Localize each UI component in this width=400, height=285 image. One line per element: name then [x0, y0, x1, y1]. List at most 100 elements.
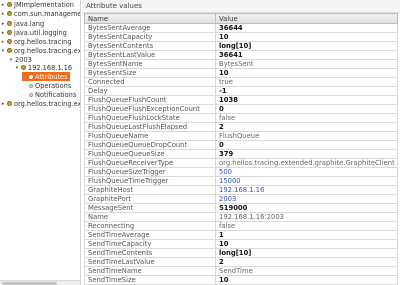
attribute-name: SendTimeCapacity — [84, 239, 216, 249]
table-row[interactable]: FlushQueueLastFlushElapsed 2 — [84, 122, 398, 132]
attribute-value[interactable]: -1 — [215, 86, 398, 96]
table-row[interactable]: FlushQueueQueueDropCount 0 — [84, 140, 398, 150]
tree-node-java-util-logging[interactable]: ▸ java.util.logging — [0, 28, 67, 37]
tree-node-attributes[interactable]: Attributes — [22, 72, 70, 81]
table-row[interactable]: Reconnecting false — [84, 221, 398, 231]
tree-node-org-hellos-tracing-ext[interactable]: ▾ org.hellos.tracing.ext — [0, 46, 81, 55]
tree-node-host[interactable]: ▾ 192.168.1.16 — [14, 63, 72, 72]
attributes-icon — [29, 74, 33, 79]
attribute-name: SendTimeName — [84, 266, 216, 276]
attribute-value[interactable]: 500 — [215, 167, 398, 177]
expand-toggle-icon[interactable]: ▸ — [0, 11, 6, 17]
collapse-toggle-icon[interactable]: ▾ — [14, 65, 20, 71]
operations-icon — [29, 83, 33, 88]
table-row[interactable]: SendTimeSize 10 — [84, 275, 398, 285]
expand-toggle-icon[interactable]: ▸ — [0, 21, 6, 27]
table-row[interactable]: FlushQueueFlushExceptionCount 0 — [84, 104, 398, 114]
table-row[interactable]: FlushQueueReceiverType org.hellos.tracing… — [84, 158, 398, 168]
attribute-name: BytesSentCapacity — [84, 32, 216, 42]
tree-node-notifications[interactable]: Notifications — [22, 90, 76, 99]
table-row[interactable]: Connected true — [84, 77, 398, 87]
bean-icon — [7, 21, 12, 26]
tree-horizontal-scrollbar[interactable] — [0, 280, 80, 285]
attribute-value[interactable]: 192.168.1.16 — [215, 185, 398, 195]
collapse-toggle-icon[interactable]: ▾ — [8, 57, 14, 63]
attribute-value: org.hellos.tracing.extended.graphite.Gra… — [215, 158, 398, 168]
panel-title: Attribute values — [82, 0, 400, 13]
tree-node-label: com.sun.management — [14, 9, 81, 18]
table-row[interactable]: BytesSentName BytesSent — [84, 59, 398, 69]
attribute-value[interactable]: 36644 — [215, 23, 398, 33]
tree-node-label: JMImplementation — [14, 0, 74, 9]
attribute-name: Delay — [84, 86, 216, 96]
table-row[interactable]: GraphiteHost 192.168.1.16 — [84, 185, 398, 195]
attribute-value[interactable]: 10 — [215, 239, 398, 249]
table-row[interactable]: FlushQueueFlushCount 1038 — [84, 95, 398, 105]
expand-toggle-icon[interactable]: ▸ — [0, 2, 6, 8]
attribute-value[interactable]: 10 — [215, 275, 398, 285]
table-row[interactable]: SendTimeContents long[10] — [84, 248, 398, 258]
table-row[interactable]: FlushQueueFlushLockState false — [84, 113, 398, 123]
table-row[interactable]: MessageSent 519000 — [84, 203, 398, 213]
attribute-value: false — [215, 113, 398, 123]
column-header-value[interactable]: Value — [215, 13, 398, 24]
tree-node-org-hellos-tracing-ext-2[interactable]: ▸ org.hellos.tracing.ext — [0, 99, 80, 108]
attribute-value[interactable]: 1 — [215, 230, 398, 240]
attribute-value[interactable]: long[10] — [215, 41, 398, 51]
attribute-name: Name — [84, 212, 216, 222]
attribute-value[interactable]: 2 — [215, 122, 398, 132]
attribute-name: FlushQueueSizeTrigger — [84, 167, 216, 177]
table-row[interactable]: BytesSentSize 10 — [84, 68, 398, 78]
tree-node-org-hellos-tracing[interactable]: ▸ org.hellos.tracing — [0, 37, 72, 46]
table-row[interactable]: BytesSentAverage 36644 — [84, 23, 398, 33]
table-row[interactable]: FlushQueueName FlushQueue — [84, 131, 398, 141]
attribute-name: FlushQueueLastFlushElapsed — [84, 122, 216, 132]
table-row[interactable]: BytesSentLastValue 36641 — [84, 50, 398, 60]
attribute-name: FlushQueueQueueDropCount — [84, 140, 216, 150]
attribute-value[interactable]: 15000 — [215, 176, 398, 186]
attribute-name: FlushQueueName — [84, 131, 216, 141]
table-row[interactable]: FlushQueueQueueSize 379 — [84, 149, 398, 159]
tree-node-label: org.hellos.tracing.ext — [14, 46, 81, 55]
attribute-value: BytesSent — [215, 59, 398, 69]
tree-node-operations[interactable]: Operations — [22, 81, 71, 90]
table-row[interactable]: FlushQueueTimeTrigger 15000 — [84, 176, 398, 186]
attribute-value[interactable]: 0 — [215, 104, 398, 114]
tree-node-java-lang[interactable]: ▸ java.lang — [0, 19, 44, 28]
attribute-name: BytesSentLastValue — [84, 50, 216, 60]
attribute-name: FlushQueueFlushExceptionCount — [84, 104, 216, 114]
attribute-value[interactable]: 10 — [215, 68, 398, 78]
column-header-name[interactable]: Name — [84, 13, 216, 24]
bean-icon — [7, 30, 12, 35]
attribute-value[interactable]: 1038 — [215, 95, 398, 105]
expand-toggle-icon[interactable]: ▸ — [0, 30, 6, 36]
collapse-toggle-icon[interactable]: ▾ — [0, 48, 6, 54]
table-row[interactable]: SendTimeAverage 1 — [84, 230, 398, 240]
expand-toggle-icon[interactable]: ▸ — [0, 39, 6, 45]
table-row[interactable]: BytesSentContents long[10] — [84, 41, 398, 51]
table-row[interactable]: FlushQueueSizeTrigger 500 — [84, 167, 398, 177]
attribute-value[interactable]: 519000 — [215, 203, 398, 213]
table-row[interactable]: Delay -1 — [84, 86, 398, 96]
attribute-value[interactable]: 379 — [215, 149, 398, 159]
attributes-panel: Attribute values Name Value BytesSentAve… — [82, 0, 400, 285]
table-row[interactable]: SendTimeLastValue 2 — [84, 257, 398, 267]
table-row[interactable]: BytesSentCapacity 10 — [84, 32, 398, 42]
attribute-value[interactable]: long[10] — [215, 248, 398, 258]
attribute-value[interactable]: 36641 — [215, 50, 398, 60]
attribute-name: FlushQueueTimeTrigger — [84, 176, 216, 186]
attribute-name: FlushQueueFlushLockState — [84, 113, 216, 123]
table-row[interactable]: Name 192.168.1.16:2003 — [84, 212, 398, 222]
tree-node-jmimplementation[interactable]: ▸ JMImplementation — [0, 0, 74, 9]
attribute-value[interactable]: 2 — [215, 257, 398, 267]
attribute-name: Connected — [84, 77, 216, 87]
mbean-tree[interactable]: ▸ JMImplementation ▸ com.sun.management … — [0, 0, 81, 285]
table-row[interactable]: GraphitePort 2003 — [84, 194, 398, 204]
attribute-value[interactable]: 0 — [215, 140, 398, 150]
attribute-value[interactable]: 2003 — [215, 194, 398, 204]
tree-node-com-sun-management[interactable]: ▸ com.sun.management — [0, 9, 81, 18]
table-row[interactable]: SendTimeName SendTime — [84, 266, 398, 276]
expand-toggle-icon[interactable]: ▸ — [0, 101, 6, 107]
table-row[interactable]: SendTimeCapacity 10 — [84, 239, 398, 249]
attribute-value[interactable]: 10 — [215, 32, 398, 42]
